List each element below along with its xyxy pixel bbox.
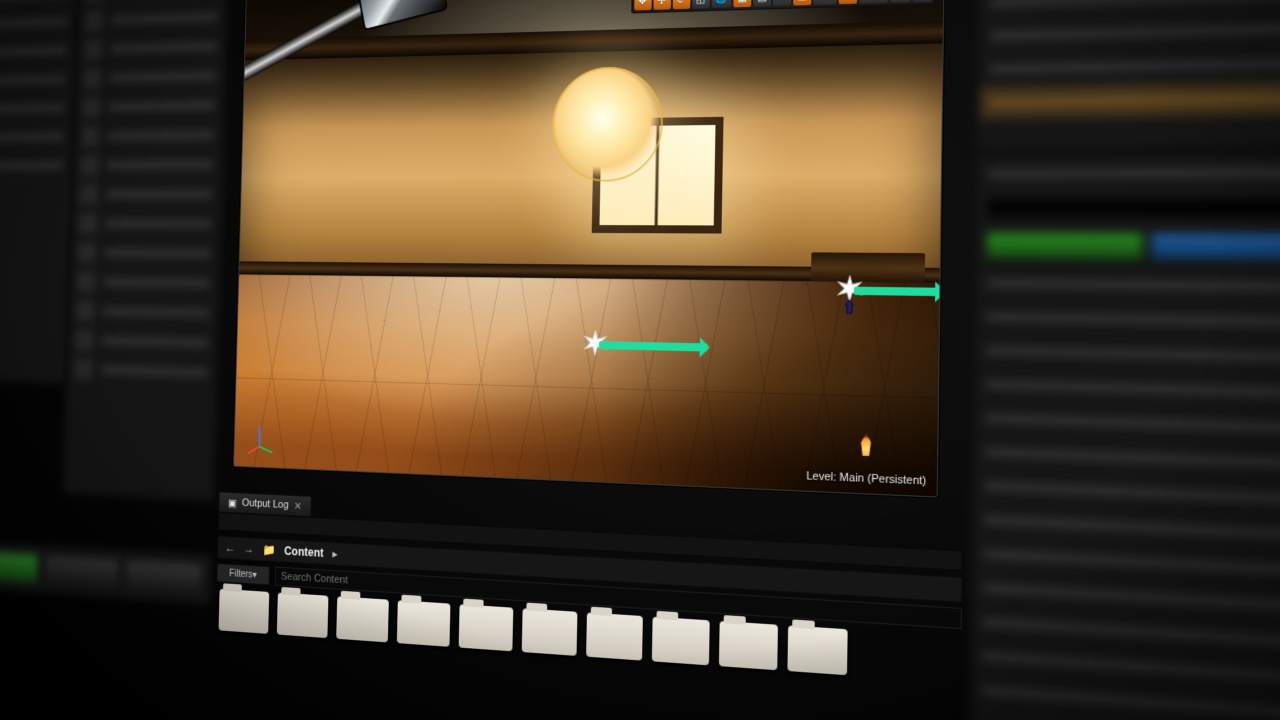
terminal-icon: ▣	[228, 496, 237, 509]
breadcrumb-root[interactable]: Content	[284, 544, 324, 560]
close-icon[interactable]: ✕	[294, 499, 302, 512]
folder-item[interactable]	[522, 608, 578, 656]
scale-snap-button[interactable]: ⤢	[839, 0, 858, 4]
translate-mode-button[interactable]: ✢	[653, 0, 671, 10]
scale-snap-value[interactable]: 0.25	[859, 0, 888, 4]
folder-item[interactable]	[219, 589, 270, 634]
world-outliner-panel	[978, 0, 1280, 148]
scale-mode-button[interactable]: ◱	[692, 0, 710, 9]
folder-item[interactable]	[652, 617, 710, 666]
rotate-mode-button[interactable]: ⟳	[672, 0, 690, 9]
folder-item[interactable]	[459, 604, 514, 651]
folder-item[interactable]	[586, 612, 643, 660]
surface-snap-button[interactable]: ▦	[733, 0, 751, 7]
folder-item[interactable]	[719, 621, 778, 670]
maximize-viewport-button[interactable]: ▣	[913, 0, 932, 2]
level-viewport[interactable]: Level: Main (Persistent) ▾ Perspective L…	[233, 0, 945, 498]
filters-button[interactable]: Filters ▾	[216, 563, 269, 585]
grid-snap-button[interactable]: ▤	[753, 0, 771, 7]
folder-item[interactable]	[336, 596, 389, 642]
axis-gizmo	[243, 421, 276, 458]
angle-snap-button[interactable]: △	[793, 0, 811, 6]
nav-back-button[interactable]: ←	[225, 541, 236, 555]
folder-item[interactable]	[787, 625, 847, 675]
viewport-scene: Level: Main (Persistent)	[234, 0, 944, 496]
details-panel	[970, 154, 1280, 720]
angle-snap-value[interactable]: 10°	[813, 0, 837, 5]
place-actors-list	[64, 0, 227, 500]
nav-fwd-button[interactable]: →	[244, 542, 255, 556]
coord-space-button[interactable]: 🌐	[711, 0, 731, 8]
folder-item[interactable]	[277, 593, 329, 639]
folder-item[interactable]	[397, 600, 451, 647]
place-actors-panel	[0, 0, 77, 382]
select-mode-button[interactable]: ✥	[634, 0, 652, 10]
folder-icon: 📁	[262, 543, 275, 557]
camera-speed-button[interactable]: 📷	[890, 0, 911, 3]
grid-snap-value[interactable]: 1	[773, 0, 791, 6]
